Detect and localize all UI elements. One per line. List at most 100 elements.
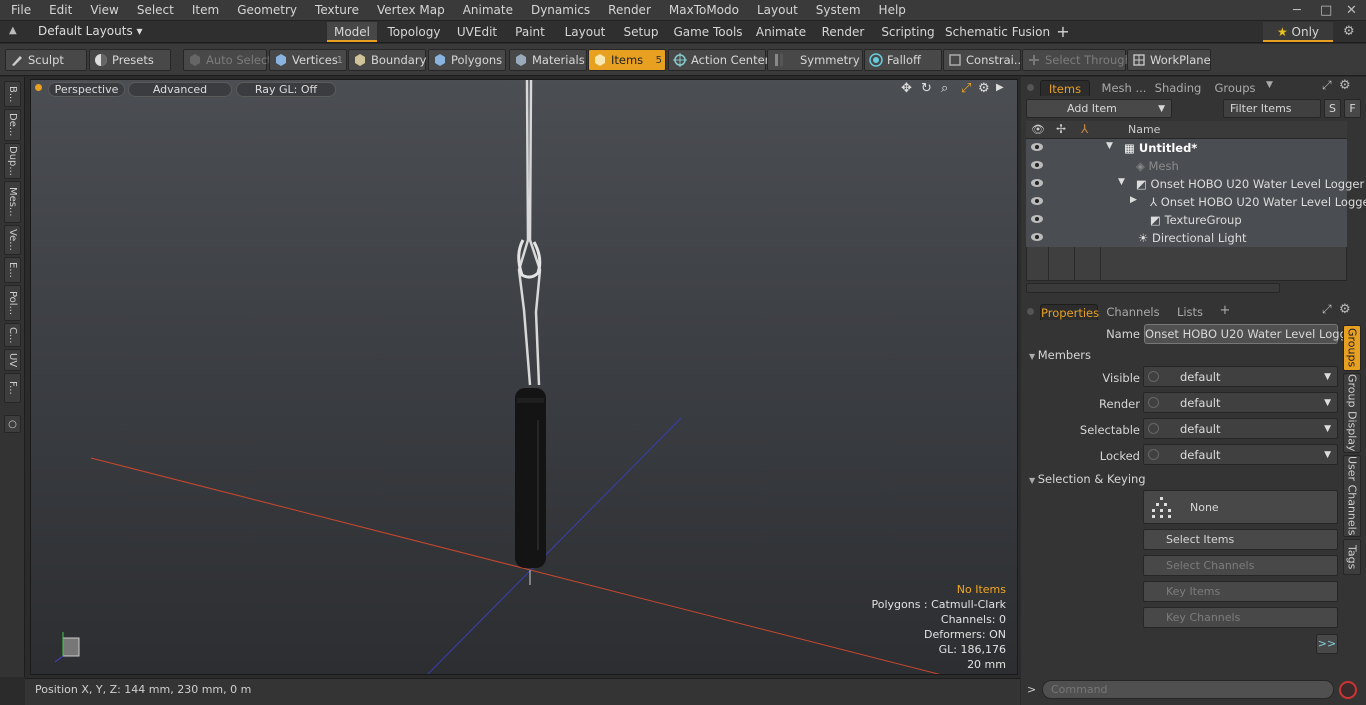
pan-icon[interactable]: ✥ bbox=[901, 81, 912, 96]
tree-row-texturegroup[interactable]: ◩ TextureGroup bbox=[1026, 211, 1347, 229]
tab-mesh[interactable]: Mesh ... bbox=[1094, 80, 1154, 96]
tree-row-logger[interactable]: ▶ ⅄ Onset HOBO U20 Water Level Logger bbox=[1026, 193, 1366, 211]
item-list-scrollbar[interactable] bbox=[1026, 283, 1280, 293]
viewport-expand-icon[interactable]: ▶ bbox=[996, 82, 1004, 93]
name-column-header[interactable]: Name bbox=[1128, 123, 1160, 136]
menu-help[interactable]: Help bbox=[868, 3, 913, 17]
minimize-button[interactable]: ─ bbox=[1293, 3, 1301, 18]
menu-system[interactable]: System bbox=[805, 3, 868, 17]
tree-row-light[interactable]: ☀ Directional Light bbox=[1026, 229, 1347, 247]
zoom-icon[interactable]: ⌕ bbox=[941, 81, 948, 96]
properties-expand-icon[interactable]: ⤢ bbox=[1322, 302, 1332, 317]
left-tab-uv[interactable]: UV bbox=[4, 349, 21, 371]
eye-icon[interactable] bbox=[1031, 233, 1043, 241]
name-field[interactable]: Onset HOBO U20 Water Level Logger bbox=[1144, 324, 1359, 344]
tab-topology[interactable]: Topology bbox=[383, 22, 445, 42]
more-button[interactable]: >> bbox=[1316, 634, 1338, 654]
filter-items-input[interactable]: Filter Items bbox=[1223, 99, 1321, 118]
tab-uvedit[interactable]: UVEdit bbox=[451, 22, 503, 42]
type-column-icon[interactable]: ⅄ bbox=[1081, 122, 1088, 136]
raygl-button[interactable]: Ray GL: Off bbox=[236, 82, 336, 97]
key-items-button[interactable]: Key Items bbox=[1143, 581, 1338, 602]
add-properties-tab-button[interactable]: + bbox=[1218, 303, 1232, 319]
selection-keying-section[interactable]: ▼ Selection & Keying bbox=[1029, 472, 1146, 486]
left-tab-fusion[interactable]: F... bbox=[4, 373, 21, 403]
menu-vertex-map[interactable]: Vertex Map bbox=[366, 3, 452, 17]
vertices-button[interactable]: Vertices 1 bbox=[269, 49, 347, 71]
filter-s-button[interactable]: S bbox=[1324, 99, 1341, 118]
key-channels-button[interactable]: Key Channels bbox=[1143, 607, 1338, 628]
tab-render[interactable]: Render bbox=[815, 22, 871, 42]
items-panel-menu-dot[interactable] bbox=[1027, 84, 1034, 91]
left-tab-basic[interactable]: B... bbox=[4, 81, 21, 107]
tab-properties[interactable]: Properties bbox=[1040, 304, 1099, 320]
visible-dropdown[interactable]: default ▼ bbox=[1143, 366, 1338, 387]
tab-model[interactable]: Model bbox=[327, 22, 377, 42]
only-toggle[interactable]: ★ Only bbox=[1263, 22, 1333, 42]
viewport-menu-dot[interactable] bbox=[35, 84, 42, 91]
boundary-button[interactable]: Boundary bbox=[348, 49, 426, 71]
members-section[interactable]: ▼ Members bbox=[1029, 348, 1091, 362]
lock-column-icon[interactable]: ✢ bbox=[1056, 122, 1066, 136]
left-tab-deform[interactable]: De... bbox=[4, 109, 21, 141]
default-layouts-dropdown[interactable]: Default Layouts ▾ bbox=[38, 24, 143, 38]
presets-button[interactable]: Presets bbox=[89, 49, 171, 71]
tab-shading[interactable]: Shading bbox=[1154, 80, 1202, 96]
tab-scripting[interactable]: Scripting bbox=[877, 22, 939, 42]
left-tab-more[interactable]: ○ bbox=[4, 415, 21, 433]
tab-groups[interactable]: Groups bbox=[1212, 80, 1258, 96]
menu-render[interactable]: Render bbox=[597, 3, 658, 17]
filter-f-button[interactable]: F bbox=[1344, 99, 1361, 118]
close-button[interactable]: ✕ bbox=[1346, 3, 1357, 18]
menu-item[interactable]: Item bbox=[181, 3, 226, 17]
panel-gear-icon[interactable]: ⚙ bbox=[1339, 78, 1351, 93]
select-items-button[interactable]: Select Items bbox=[1143, 529, 1338, 550]
constraints-button[interactable]: Constrai... bbox=[943, 49, 1025, 71]
add-tab-button[interactable]: + bbox=[1053, 22, 1073, 42]
left-tab-vertex[interactable]: Ve... bbox=[4, 225, 21, 255]
menu-geometry[interactable]: Geometry bbox=[226, 3, 304, 17]
menu-animate[interactable]: Animate bbox=[452, 3, 520, 17]
menu-select[interactable]: Select bbox=[126, 3, 181, 17]
gear-icon[interactable]: ⚙ bbox=[1343, 24, 1355, 39]
menu-file[interactable]: File bbox=[0, 3, 38, 17]
layout-arrow-icon[interactable]: ▲ bbox=[9, 25, 17, 36]
menu-maxtomodo[interactable]: MaxToModo bbox=[658, 3, 746, 17]
eye-icon[interactable] bbox=[1031, 179, 1043, 187]
selectable-dropdown[interactable]: default ▼ bbox=[1143, 418, 1338, 439]
menu-layout[interactable]: Layout bbox=[746, 3, 805, 17]
advanced-button[interactable]: Advanced bbox=[128, 82, 232, 97]
auto-select-button[interactable]: Auto Select bbox=[183, 49, 272, 71]
eye-icon[interactable] bbox=[1031, 161, 1043, 169]
select-channels-button[interactable]: Select Channels bbox=[1143, 555, 1338, 576]
tab-setup[interactable]: Setup bbox=[619, 22, 663, 42]
collapse-arrow-icon[interactable]: ▶ bbox=[1130, 195, 1137, 205]
locked-dropdown[interactable]: default ▼ bbox=[1143, 444, 1338, 465]
menu-view[interactable]: View bbox=[79, 3, 125, 17]
properties-panel-menu-dot[interactable] bbox=[1027, 308, 1034, 315]
none-button[interactable]: None bbox=[1143, 490, 1338, 524]
tab-paint[interactable]: Paint bbox=[509, 22, 551, 42]
expand-arrow-icon[interactable]: ▼ bbox=[1118, 177, 1125, 187]
record-macro-icon[interactable] bbox=[1339, 681, 1357, 699]
select-through-button[interactable]: Select Through bbox=[1022, 49, 1132, 71]
perspective-button[interactable]: Perspective bbox=[48, 82, 125, 97]
left-tab-edge[interactable]: E... bbox=[4, 257, 21, 283]
menu-texture[interactable]: Texture bbox=[304, 3, 366, 17]
add-item-button[interactable]: Add Item ▼ bbox=[1026, 99, 1172, 118]
side-tab-user-channels[interactable]: User Channels bbox=[1343, 455, 1361, 537]
tree-row-mesh[interactable]: ◈ Mesh bbox=[1026, 157, 1347, 175]
falloff-button[interactable]: Falloff bbox=[864, 49, 942, 71]
left-tab-polygon[interactable]: Pol... bbox=[4, 285, 21, 321]
symmetry-button[interactable]: Symmetry bbox=[767, 49, 863, 71]
left-tab-duplicate[interactable]: Dup... bbox=[4, 143, 21, 179]
command-input[interactable] bbox=[1042, 680, 1334, 699]
workplane-button[interactable]: WorkPlane bbox=[1127, 49, 1211, 71]
side-tab-groups[interactable]: Groups bbox=[1343, 325, 1361, 371]
items-button[interactable]: Items 5 bbox=[588, 49, 666, 71]
tree-row-untitled[interactable]: ▼ ▦ Untitled* bbox=[1026, 139, 1347, 157]
eye-icon[interactable] bbox=[1031, 215, 1043, 223]
rotate-icon[interactable]: ↻ bbox=[921, 81, 932, 96]
tab-game-tools[interactable]: Game Tools bbox=[669, 22, 747, 42]
tab-schematic-fusion[interactable]: Schematic Fusion bbox=[945, 22, 1050, 42]
